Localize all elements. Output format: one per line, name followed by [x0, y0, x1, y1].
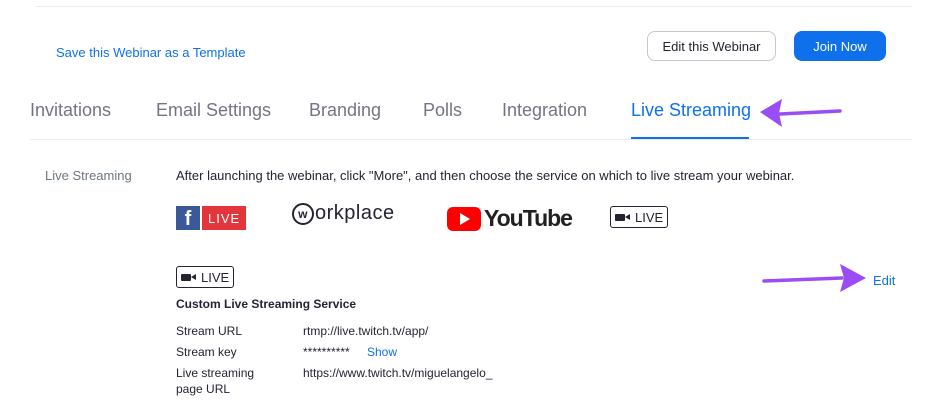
page-url-label-line1: Live streaming [176, 366, 255, 380]
tab-integration[interactable]: Integration [502, 100, 587, 121]
tab-polls[interactable]: Polls [423, 100, 462, 121]
workplace-logo: w orkplace [292, 202, 395, 225]
video-camera-icon [615, 213, 630, 221]
page-url-label-line2: page URL [176, 382, 231, 396]
stream-key-value: ********** [303, 345, 350, 359]
custom-live-logo: LIVE [610, 206, 669, 228]
save-template-link[interactable]: Save this Webinar as a Template [56, 45, 246, 60]
show-key-link[interactable]: Show [367, 345, 397, 359]
stream-key-label: Stream key [176, 345, 237, 359]
tab-invitations[interactable]: Invitations [30, 100, 111, 121]
stream-url-label: Stream URL [176, 324, 243, 338]
edit-streaming-link[interactable]: Edit [873, 273, 895, 288]
tabs-divider [30, 139, 912, 140]
video-camera-icon [181, 273, 196, 281]
tab-email-settings[interactable]: Email Settings [156, 100, 271, 121]
youtube-text: YouTube [484, 205, 573, 231]
custom-live-badge: LIVE [176, 266, 235, 288]
workplace-text: orkplace [315, 202, 395, 224]
section-label: Live Streaming [45, 168, 132, 183]
youtube-logo: YouTube [447, 205, 573, 232]
tab-live-streaming[interactable]: Live Streaming [631, 100, 751, 121]
workplace-icon: w [292, 202, 314, 225]
facebook-icon: f [176, 206, 200, 230]
top-divider [36, 6, 912, 7]
edit-webinar-button[interactable]: Edit this Webinar [647, 31, 776, 61]
annotation-arrow-icon [762, 264, 866, 292]
facebook-live-logo: f LIVE [176, 206, 247, 230]
instructions-text: After launching the webinar, click "More… [176, 168, 795, 183]
youtube-icon [447, 206, 481, 231]
annotation-arrow-icon [760, 99, 842, 127]
facebook-live-badge: LIVE [202, 206, 247, 230]
join-now-button[interactable]: Join Now [794, 31, 886, 61]
stream-url-value: rtmp://live.twitch.tv/app/ [303, 324, 429, 338]
page-url-value: https://www.twitch.tv/miguelangelo_ [303, 366, 493, 380]
custom-service-title: Custom Live Streaming Service [176, 297, 357, 311]
tab-branding[interactable]: Branding [309, 100, 381, 121]
